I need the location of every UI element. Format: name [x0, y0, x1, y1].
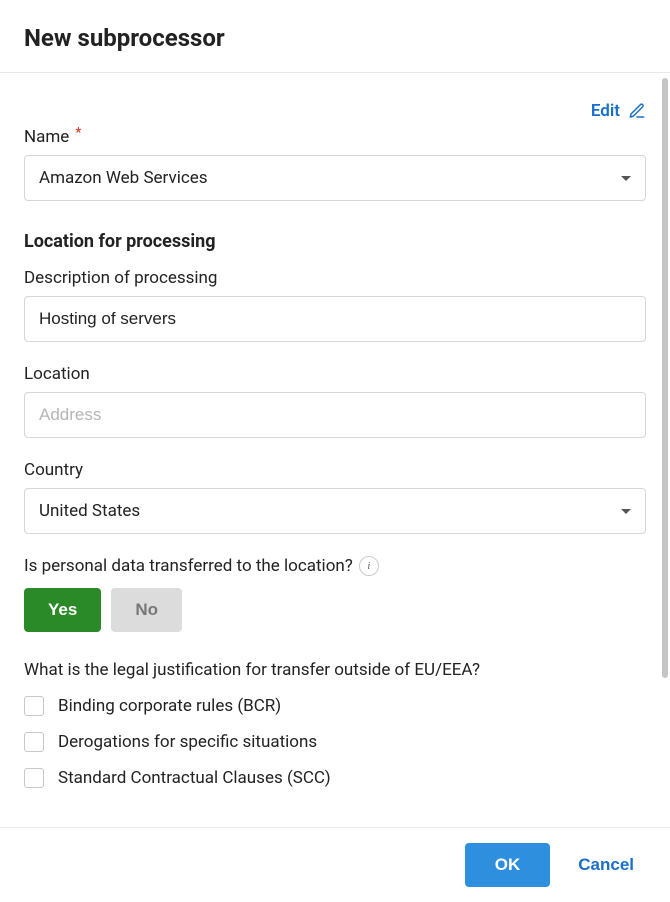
caret-down-icon	[621, 176, 631, 181]
option-label: Standard Contractual Clauses (SCC)	[58, 768, 331, 788]
justification-question: What is the legal justification for tran…	[24, 660, 646, 680]
option-label: Binding corporate rules (BCR)	[58, 696, 281, 716]
checkbox-icon[interactable]	[24, 768, 44, 788]
edit-link[interactable]: Edit	[591, 101, 620, 121]
edit-action-row: Edit	[24, 101, 646, 121]
justification-option[interactable]: Derogations for specific situations	[24, 732, 646, 752]
description-input-wrapper[interactable]	[24, 296, 646, 342]
dialog-header: New subprocessor	[0, 0, 670, 73]
required-mark: *	[75, 125, 81, 141]
toggle-yes-button[interactable]: Yes	[24, 588, 101, 632]
description-label: Description of processing	[24, 268, 646, 288]
checkbox-icon[interactable]	[24, 696, 44, 716]
country-field: Country United States	[24, 460, 646, 534]
checkbox-icon[interactable]	[24, 732, 44, 752]
name-field: Name * Amazon Web Services	[24, 127, 646, 201]
description-input[interactable]	[39, 309, 631, 329]
country-select[interactable]: United States	[24, 488, 646, 534]
section-location-title: Location for processing	[24, 231, 646, 252]
location-input[interactable]	[39, 405, 631, 425]
location-field: Location	[24, 364, 646, 438]
transfer-toggle: Yes No	[24, 588, 646, 632]
toggle-no-button[interactable]: No	[111, 588, 182, 632]
transfer-question-row: Is personal data transferred to the loca…	[24, 556, 646, 576]
transfer-question: Is personal data transferred to the loca…	[24, 556, 353, 576]
description-field: Description of processing	[24, 268, 646, 342]
dialog-footer: OK Cancel	[0, 827, 670, 902]
justification-option[interactable]: Binding corporate rules (BCR)	[24, 696, 646, 716]
info-icon[interactable]: i	[359, 556, 379, 576]
ok-button[interactable]: OK	[465, 843, 551, 887]
name-select-value: Amazon Web Services	[39, 168, 208, 188]
dialog-title: New subprocessor	[24, 24, 646, 52]
pencil-icon[interactable]	[628, 102, 646, 120]
name-select[interactable]: Amazon Web Services	[24, 155, 646, 201]
location-input-wrapper[interactable]	[24, 392, 646, 438]
caret-down-icon	[621, 509, 631, 514]
cancel-button[interactable]: Cancel	[578, 855, 634, 875]
location-label: Location	[24, 364, 646, 384]
justification-option[interactable]: Standard Contractual Clauses (SCC)	[24, 768, 646, 788]
name-label: Name *	[24, 127, 646, 147]
country-label: Country	[24, 460, 646, 480]
country-select-value: United States	[39, 501, 140, 521]
option-label: Derogations for specific situations	[58, 732, 317, 752]
form-body: Edit Name * Amazon Web Services Location…	[0, 77, 670, 827]
scrollbar[interactable]	[662, 78, 668, 678]
